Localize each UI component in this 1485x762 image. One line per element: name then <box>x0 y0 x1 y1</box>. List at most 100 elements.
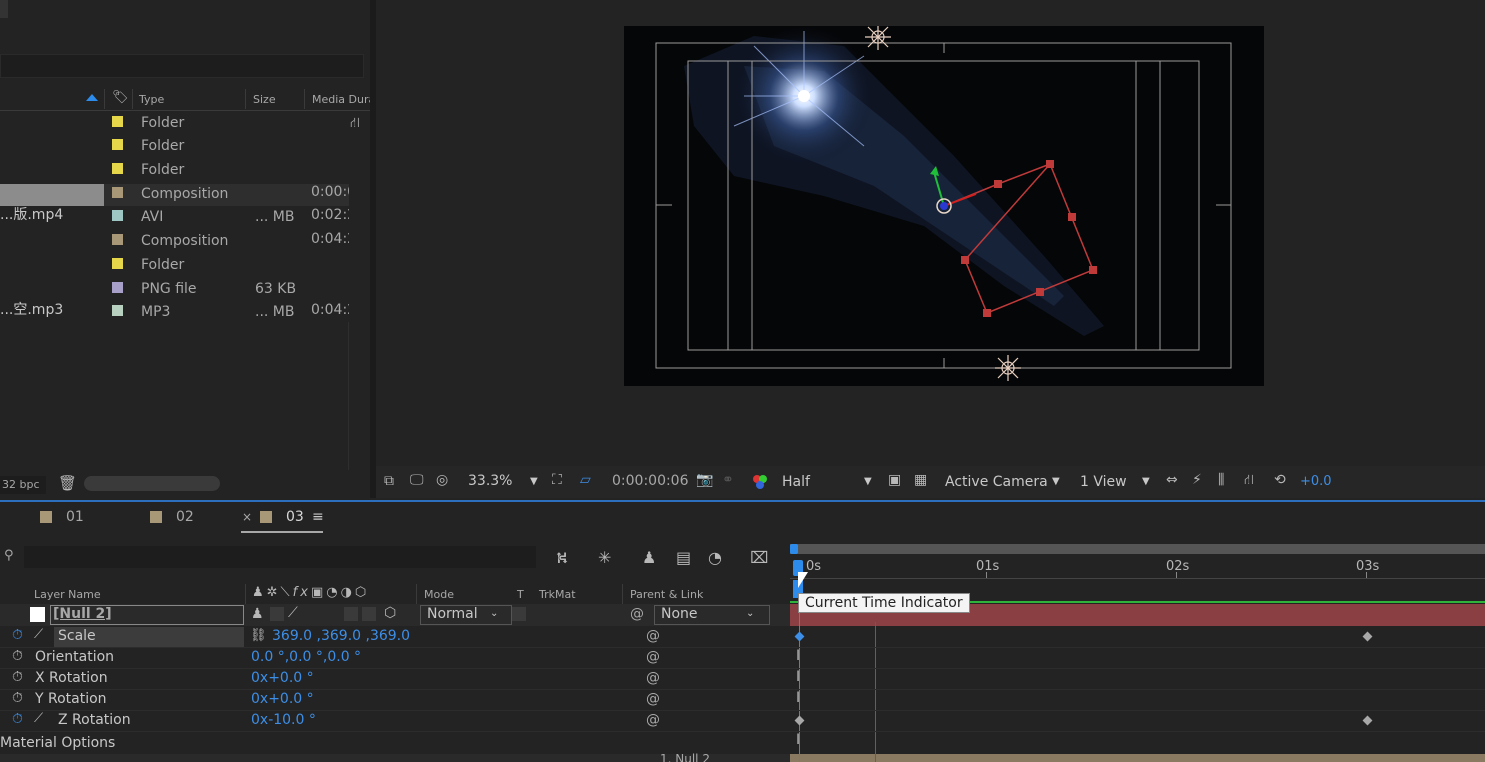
motion-blur-icon[interactable]: ◔ <box>708 548 722 567</box>
stopwatch-icon[interactable]: ⏱ <box>12 711 23 727</box>
shy-layers-icon[interactable]: ♟ <box>642 548 656 567</box>
work-area-start-handle[interactable] <box>790 544 798 554</box>
expression-pick-whip-icon[interactable]: @ <box>646 649 660 665</box>
layer-name[interactable]: [Null 2] <box>50 605 244 625</box>
color-channels-icon[interactable] <box>752 474 768 490</box>
layer-label-color[interactable] <box>30 607 45 622</box>
mask-icon[interactable]: ◎ <box>436 472 448 488</box>
chevron-down-icon[interactable]: ▼ <box>864 476 872 487</box>
graph-icon[interactable]: ⟋ <box>34 711 43 726</box>
composition-mini-flowchart-icon[interactable]: ⛕ <box>556 548 568 569</box>
property-row[interactable] <box>0 648 1485 669</box>
flowchart-icon[interactable]: ⛙ <box>350 115 360 133</box>
fit-to-frame-icon[interactable]: ⛶ <box>552 472 562 488</box>
property-value[interactable]: 369.0 ,369.0 ,369.0 <box>272 628 410 644</box>
label-color-swatch[interactable] <box>112 282 123 293</box>
3d-layer-icon[interactable]: ⬡ <box>384 605 396 621</box>
property-value[interactable]: 0x+0.0 ° <box>251 670 314 686</box>
layer-name-column-header[interactable]: Layer Name <box>34 588 101 601</box>
trkmat-column-header[interactable]: TrkMat <box>539 588 576 601</box>
stopwatch-icon[interactable]: ⏱ <box>12 669 23 685</box>
bpc-button[interactable]: 32 bpc <box>0 476 46 494</box>
stopwatch-icon[interactable]: ⏱ <box>12 627 23 643</box>
shy-switch-icon[interactable]: ♟ <box>251 606 264 622</box>
reset-exposure-icon[interactable]: ⟲ <box>1274 472 1286 488</box>
sort-ascending-icon[interactable] <box>86 94 98 101</box>
monitor-icon[interactable]: 🖵 <box>410 472 424 488</box>
exposure-value[interactable]: +0.0 <box>1300 474 1332 489</box>
expression-pick-whip-icon[interactable]: @ <box>646 628 660 644</box>
constrain-proportions-icon[interactable]: ⛓ <box>250 628 267 643</box>
expression-pick-whip-icon[interactable]: @ <box>646 670 660 686</box>
expression-pick-whip-icon[interactable]: @ <box>646 712 660 728</box>
parent-link-column-header[interactable]: Parent & Link <box>630 588 703 601</box>
trash-icon[interactable]: 🗑 <box>58 474 77 492</box>
stopwatch-icon[interactable]: ⏱ <box>12 690 23 706</box>
pick-whip-icon[interactable]: @ <box>630 606 644 622</box>
label-color-swatch[interactable] <box>112 139 123 150</box>
graph-icon[interactable]: ⟋ <box>34 627 43 642</box>
switch-box[interactable] <box>344 607 358 621</box>
work-area-bar[interactable] <box>790 544 1485 554</box>
property-value[interactable]: 0x+0.0 ° <box>251 691 314 707</box>
zoom-dropdown[interactable]: 33.3% <box>468 473 512 489</box>
switch-box[interactable] <box>362 607 376 621</box>
search-icon[interactable]: ⚲ <box>4 548 14 563</box>
composition-canvas[interactable] <box>624 26 1264 386</box>
label-color-swatch[interactable] <box>112 258 123 269</box>
chevron-down-icon[interactable]: ▼ <box>530 476 538 487</box>
label-color-swatch[interactable] <box>112 234 123 245</box>
layer-switches-header[interactable]: ♟✲⟍fx▣◔◑⬡ <box>252 585 369 600</box>
time-ruler[interactable] <box>790 556 1485 579</box>
tab-menu-icon[interactable]: ≡ <box>312 509 324 525</box>
switch-box[interactable] <box>270 607 284 621</box>
close-icon[interactable]: × <box>242 510 252 524</box>
label-color-swatch[interactable] <box>112 187 123 198</box>
always-preview-icon[interactable]: ⧉ <box>384 473 394 489</box>
graph-editor-icon[interactable]: ⌧ <box>750 548 768 567</box>
property-value[interactable]: 0x-10.0 ° <box>251 712 316 728</box>
project-search-input[interactable] <box>0 54 364 78</box>
size-column-header[interactable]: Size <box>253 93 276 106</box>
stopwatch-icon[interactable]: ⏱ <box>12 648 23 664</box>
material-options-group[interactable]: Material Options <box>0 735 115 751</box>
toggle-pixel-aspect-icon[interactable]: ⇔ <box>1166 472 1178 488</box>
label-color-swatch[interactable] <box>112 305 123 316</box>
quality-switch-icon[interactable]: ⟋ <box>288 605 298 621</box>
tab-03[interactable]: 03 <box>286 509 304 525</box>
timeline-icon[interactable]: ⫼ <box>1218 472 1224 488</box>
label-color-swatch[interactable] <box>112 210 123 221</box>
camera-snapshot-icon[interactable]: 📷 <box>696 472 713 488</box>
label-color-swatch[interactable] <box>112 116 123 127</box>
preserve-transparency-box[interactable] <box>512 607 526 621</box>
flowchart-icon[interactable]: ⛙ <box>1244 472 1254 490</box>
region-of-interest-icon[interactable]: ▱ <box>580 472 591 488</box>
chevron-down-icon[interactable]: ▼ <box>1142 476 1150 487</box>
label-tag-icon[interactable]: 🏷 <box>112 90 129 105</box>
expression-pick-whip-icon[interactable]: @ <box>646 691 660 707</box>
property-value[interactable]: 0.0 °,0.0 °,0.0 ° <box>251 649 361 665</box>
tab-02[interactable]: 02 <box>176 509 194 525</box>
label-color-swatch[interactable] <box>112 163 123 174</box>
transparency-grid-icon[interactable]: ▦ <box>914 472 927 488</box>
horizontal-scrollbar[interactable] <box>84 476 220 491</box>
draft-3d-icon[interactable]: ✳ <box>598 548 611 567</box>
frame-blending-icon[interactable]: ▤ <box>676 548 691 567</box>
next-layer-duration-bar[interactable] <box>790 754 1485 762</box>
fast-previews-icon[interactable]: ▣ <box>888 472 901 488</box>
fast-preview-icon[interactable]: ⚡ <box>1192 472 1202 488</box>
chevron-down-icon[interactable]: ▼ <box>1052 476 1060 487</box>
chevron-down-icon[interactable]: ⌄ <box>746 608 754 619</box>
timecode-display[interactable]: 0:00:00:06 <box>612 473 689 489</box>
mode-column-header[interactable]: Mode <box>424 588 454 601</box>
tab-01[interactable]: 01 <box>66 509 84 525</box>
media-duration-column-header[interactable]: Media Dura <box>312 93 370 106</box>
type-column-header[interactable]: Type <box>139 93 164 106</box>
property-row[interactable] <box>0 690 1485 711</box>
show-snapshot-icon[interactable]: ⚭ <box>722 472 734 488</box>
camera-view-dropdown[interactable]: Active Camera <box>945 474 1048 490</box>
timeline-search-input[interactable] <box>24 546 536 568</box>
resolution-dropdown[interactable]: Half <box>782 474 810 490</box>
chevron-down-icon[interactable]: ⌄ <box>490 608 498 619</box>
property-row[interactable] <box>0 669 1485 690</box>
